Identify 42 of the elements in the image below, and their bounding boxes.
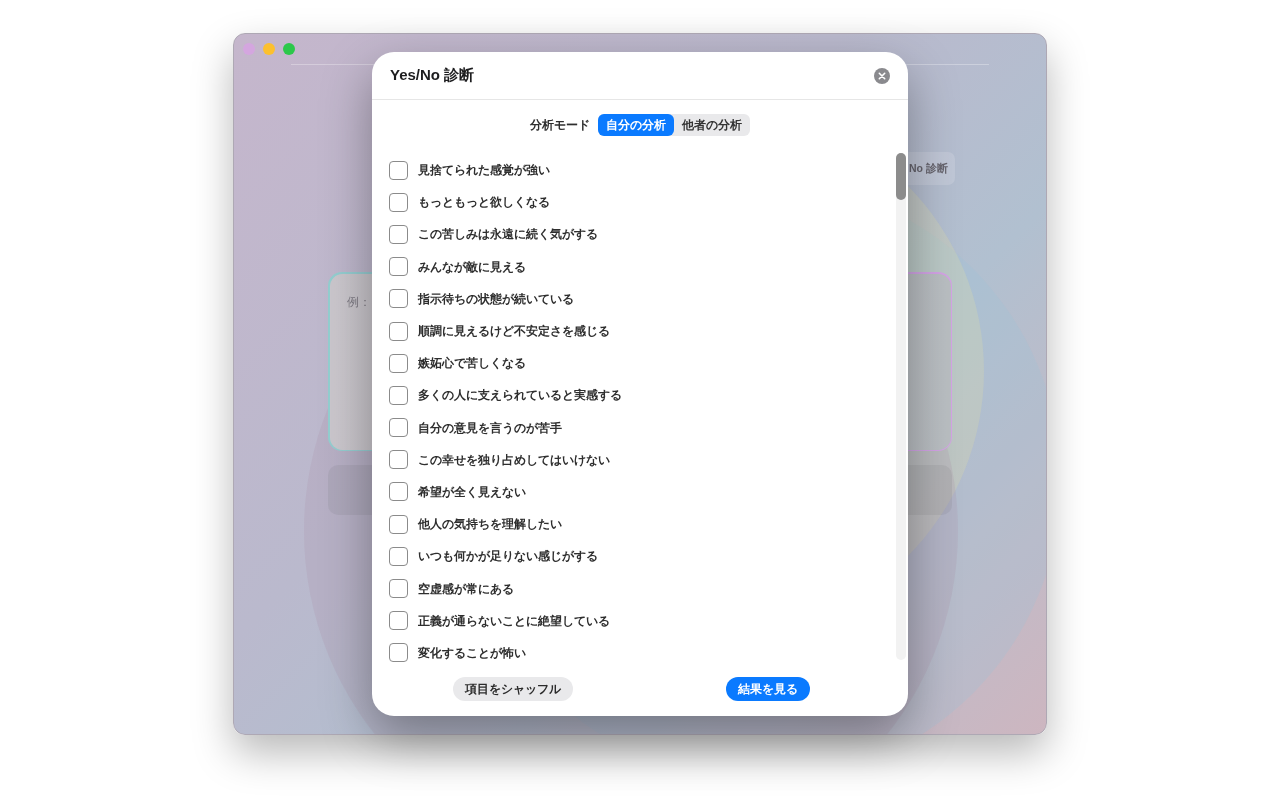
checkbox-label: 嫉妬心で苦しくなる — [418, 355, 526, 373]
segment-tab[interactable]: 他者の分析 — [674, 114, 750, 136]
scrollbar-thumb[interactable] — [896, 153, 906, 200]
segment-tab[interactable]: 自分の分析 — [598, 114, 674, 136]
checkbox[interactable] — [389, 546, 408, 566]
checkbox[interactable] — [389, 353, 408, 373]
close-icon[interactable] — [874, 67, 890, 84]
checkbox[interactable] — [389, 321, 408, 341]
checkbox-label: いつも何かが足りない感じがする — [418, 548, 598, 566]
checkbox-label: 他人の気持ちを理解したい — [418, 516, 562, 534]
checkbox[interactable] — [389, 385, 408, 405]
checkbox-label: もっともっと欲しくなる — [418, 194, 550, 212]
checkbox[interactable] — [389, 482, 408, 502]
checkbox-label: 変化することが怖い — [418, 644, 526, 662]
checkbox[interactable] — [389, 450, 408, 470]
checkbox[interactable] — [389, 224, 408, 244]
checkbox-label: 多くの人に支えられていると実感する — [418, 387, 622, 405]
checkbox[interactable] — [389, 514, 408, 534]
checkbox-label: 希望が全く見えない — [418, 483, 526, 501]
checkbox[interactable] — [389, 418, 408, 438]
checkbox[interactable] — [389, 579, 408, 599]
checkbox-label: この幸せを独り占めしてはいけない — [418, 451, 610, 469]
scrollbar[interactable] — [896, 153, 906, 660]
checkbox[interactable] — [389, 192, 408, 212]
checkbox-label: みんなが敵に見える — [418, 258, 526, 276]
checkbox[interactable] — [389, 611, 408, 631]
diagnosis-button[interactable]: No 診断 — [907, 152, 955, 185]
checkbox-label: 見捨てられた感覚が強い — [418, 162, 550, 180]
checkbox[interactable] — [389, 643, 408, 662]
checkbox-label: 空虚感が常にある — [418, 580, 514, 598]
checkbox-label: 順調に見えるけど不安定さを感じる — [418, 323, 610, 341]
checkbox-label: この苦しみは永遠に続く気がする — [418, 226, 598, 244]
checkbox[interactable] — [389, 289, 408, 309]
mode-label: 分析モード — [530, 117, 590, 134]
checkbox[interactable] — [389, 160, 408, 180]
results-button[interactable]: 結果を見る — [725, 677, 810, 701]
checkbox-label: 指示待ちの状態が続いている — [418, 290, 574, 308]
checkbox-label: 正義が通らないことに絶望している — [418, 612, 610, 630]
shuffle-button[interactable]: 項目をシャッフル — [452, 677, 573, 701]
checkbox[interactable] — [389, 257, 408, 277]
dialog-title: Yes/No 診断 — [390, 65, 475, 86]
checkbox-label: 自分の意見を言うのが苦手 — [418, 419, 562, 437]
